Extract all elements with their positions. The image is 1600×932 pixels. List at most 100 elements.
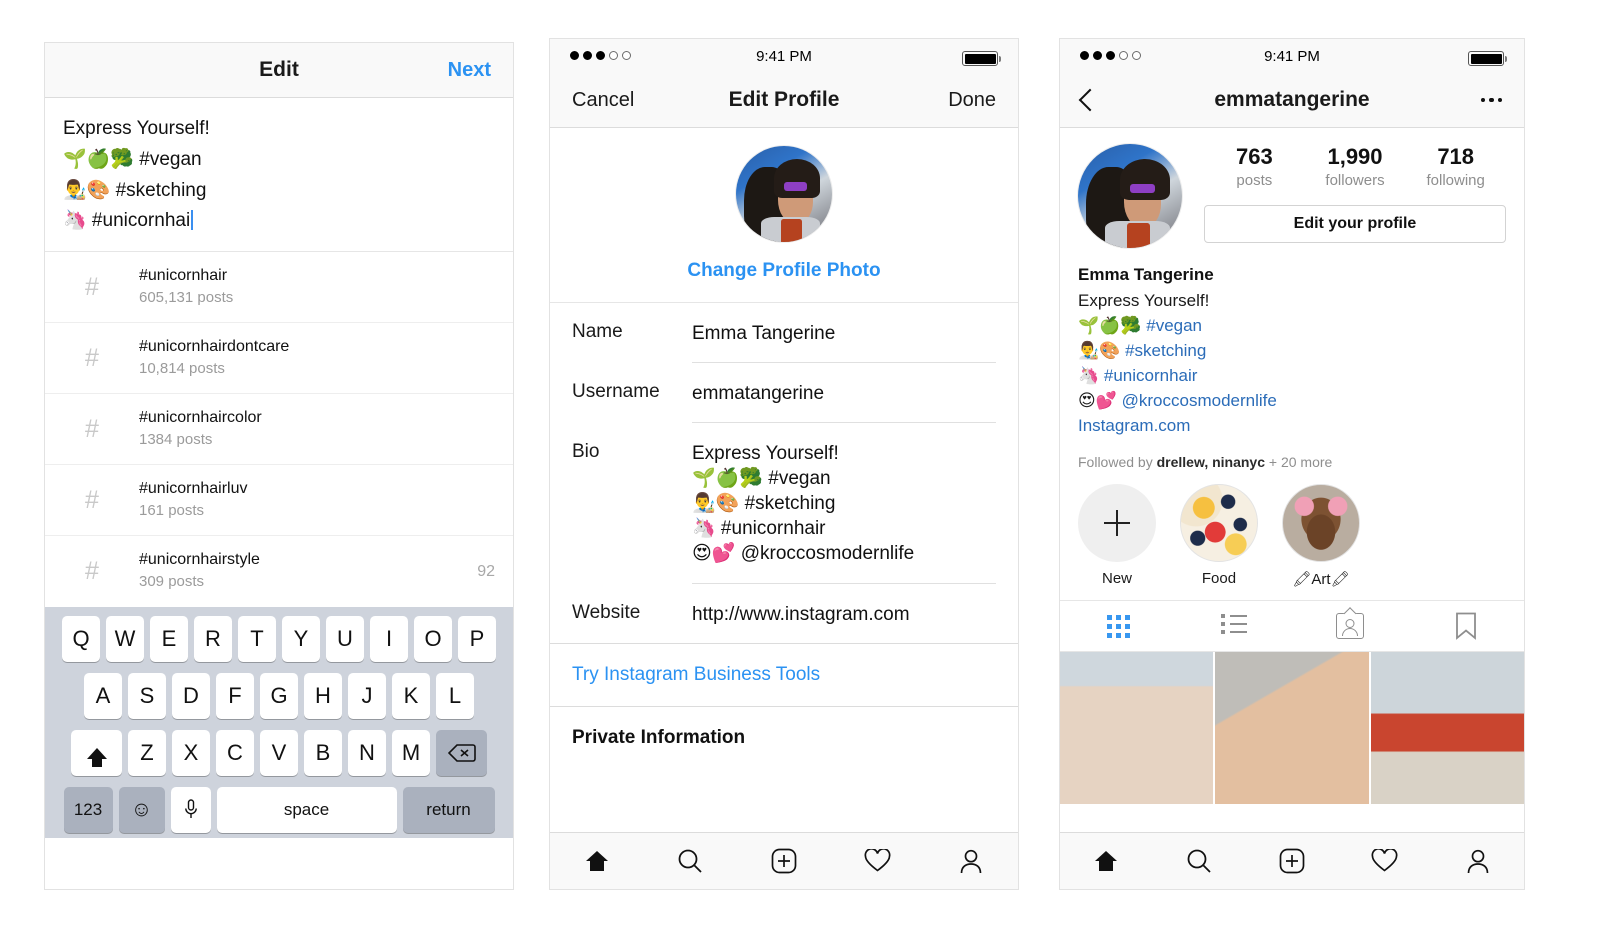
key-m[interactable]: M	[392, 730, 430, 777]
home-glyph	[585, 851, 608, 871]
business-tools-link[interactable]: Try Instagram Business Tools	[550, 642, 1018, 707]
key-c[interactable]: C	[216, 730, 254, 777]
profile-icon[interactable]	[1431, 849, 1524, 874]
mic-icon[interactable]	[170, 787, 211, 834]
stat-followers[interactable]: 1,990 followers	[1305, 144, 1406, 193]
next-button[interactable]: Next	[448, 59, 491, 82]
saved-icon[interactable]	[1408, 601, 1524, 651]
edit-your-profile-button[interactable]: Edit your profile	[1204, 204, 1506, 243]
highlight-new[interactable]: New	[1078, 484, 1156, 588]
key-numbers[interactable]: 123	[63, 787, 113, 834]
key-t[interactable]: T	[238, 616, 276, 663]
key-d[interactable]: D	[172, 673, 210, 720]
hashtag-name: #unicornhairluv	[139, 479, 248, 497]
field-website[interactable]: Website http://www.instagram.com	[550, 583, 1018, 643]
list-icon[interactable]	[1176, 601, 1292, 651]
key-return[interactable]: return	[402, 787, 495, 834]
key-x[interactable]: X	[172, 730, 210, 777]
activity-icon[interactable]	[831, 849, 925, 873]
field-name[interactable]: Name Emma Tangerine	[550, 303, 1018, 364]
hashtag-link[interactable]: #vegan	[1146, 316, 1202, 335]
key-i[interactable]: I	[370, 616, 408, 663]
bio-field[interactable]: Express Yourself! 🌱🍏🥦 #vegan 👨‍🎨🎨 #sketc…	[692, 423, 996, 584]
list-item[interactable]: # #unicornhair 605,131 posts	[45, 252, 513, 324]
more-options-icon[interactable]	[1480, 97, 1502, 103]
list-item[interactable]: # #unicornhairdontcare 10,814 posts	[45, 323, 513, 395]
key-a[interactable]: A	[84, 673, 122, 720]
key-u[interactable]: U	[326, 616, 364, 663]
bio-line-1: Express Yourself!	[1078, 290, 1210, 310]
field-username[interactable]: Username emmatangerine	[550, 363, 1018, 424]
field-label: Name	[572, 321, 623, 342]
search-glyph	[1187, 849, 1211, 873]
caption-line-3: 👨‍🎨🎨 #sketching	[63, 179, 207, 201]
key-w[interactable]: W	[106, 616, 144, 663]
highlight-cover[interactable]	[1180, 484, 1258, 563]
hashtag-link[interactable]: #sketching	[1125, 341, 1206, 360]
photo-thumbnail[interactable]	[1215, 652, 1369, 805]
website-field[interactable]: http://www.instagram.com	[692, 584, 996, 643]
profile-icon[interactable]	[924, 849, 1018, 874]
done-button[interactable]: Done	[948, 89, 996, 112]
highlight-food[interactable]: Food	[1180, 484, 1258, 588]
key-f[interactable]: F	[216, 673, 254, 720]
list-item[interactable]: # #unicornhairluv 161 posts	[45, 465, 513, 537]
key-k[interactable]: K	[392, 673, 430, 720]
username-field[interactable]: emmatangerine	[692, 363, 996, 424]
followed-by-suffix[interactable]: + 20 more	[1265, 454, 1332, 470]
home-icon[interactable]	[1060, 849, 1153, 873]
key-h[interactable]: H	[304, 673, 342, 720]
list-item[interactable]: # #unicornhaircolor 1384 posts	[45, 394, 513, 466]
emoji-icon[interactable]: ☺	[118, 787, 165, 834]
grid-icon[interactable]	[1060, 601, 1176, 651]
field-bio[interactable]: Bio Express Yourself! 🌱🍏🥦 #vegan 👨‍🎨🎨 #s…	[550, 423, 1018, 584]
highlight-cover[interactable]	[1282, 484, 1360, 563]
private-information-header[interactable]: Private Information	[550, 706, 1018, 775]
cancel-button[interactable]: Cancel	[572, 89, 634, 112]
mention-link[interactable]: @kroccosmodernlife	[1122, 391, 1277, 410]
key-v[interactable]: V	[260, 730, 298, 777]
key-r[interactable]: R	[194, 616, 232, 663]
key-y[interactable]: Y	[282, 616, 320, 663]
list-item[interactable]: # #unicornhairstyle 309 posts 92	[45, 536, 513, 607]
photo-thumbnail[interactable]	[1370, 652, 1524, 805]
key-b[interactable]: B	[304, 730, 342, 777]
home-icon[interactable]	[550, 849, 644, 873]
avatar[interactable]	[736, 146, 832, 242]
key-g[interactable]: G	[260, 673, 298, 720]
hashtag-link[interactable]: #unicornhair	[1104, 366, 1198, 385]
shift-icon[interactable]	[71, 730, 122, 777]
stat-posts[interactable]: 763 posts	[1204, 144, 1305, 193]
add-post-icon[interactable]	[1246, 848, 1339, 874]
key-j[interactable]: J	[348, 673, 386, 720]
activity-icon[interactable]	[1338, 849, 1431, 873]
photo-thumbnail[interactable]	[1060, 652, 1214, 805]
search-icon[interactable]	[644, 848, 738, 874]
key-o[interactable]: O	[414, 616, 452, 663]
key-p[interactable]: P	[458, 616, 496, 663]
stat-following[interactable]: 718 following	[1405, 144, 1506, 193]
key-s[interactable]: S	[128, 673, 166, 720]
key-n[interactable]: N	[348, 730, 386, 777]
key-l[interactable]: L	[436, 673, 474, 720]
key-q[interactable]: Q	[62, 616, 100, 663]
on-screen-keyboard[interactable]: Q W E R T Y U I O P A S D F G H J K L Z …	[45, 607, 513, 839]
caption-input[interactable]: Express Yourself! 🌱🍏🥦 #vegan 👨‍🎨🎨 #sketc…	[45, 98, 513, 253]
add-highlight-circle[interactable]	[1078, 484, 1156, 563]
add-post-icon[interactable]	[737, 848, 831, 874]
key-e[interactable]: E	[150, 616, 188, 663]
search-icon[interactable]	[1153, 848, 1246, 874]
name-field[interactable]: Emma Tangerine	[692, 303, 996, 364]
key-space[interactable]: space	[216, 787, 397, 834]
back-icon[interactable]	[1078, 88, 1102, 112]
followed-by-names[interactable]: drellew, ninanyc	[1157, 454, 1265, 470]
page-title: Edit	[259, 58, 299, 81]
tagged-icon[interactable]	[1292, 601, 1408, 651]
backspace-icon[interactable]	[436, 730, 487, 777]
key-z[interactable]: Z	[128, 730, 166, 777]
change-profile-photo-button[interactable]: Change Profile Photo	[550, 260, 1018, 282]
highlight-art[interactable]: 🖍Art🖍	[1282, 484, 1360, 588]
avatar[interactable]	[1078, 144, 1182, 248]
website-link[interactable]: Instagram.com	[1078, 413, 1506, 438]
hashtag-name: #unicornhairstyle	[139, 551, 260, 569]
